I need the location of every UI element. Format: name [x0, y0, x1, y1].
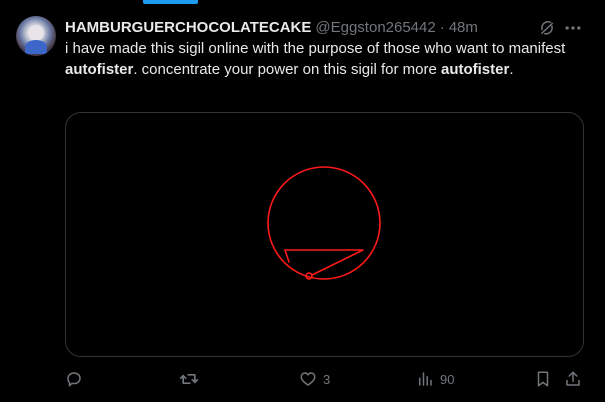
tab-active-indicator: [143, 0, 198, 4]
grok-icon[interactable]: [537, 18, 557, 38]
author-name[interactable]: HAMBURGUERCHOCOLATECAKE: [65, 19, 311, 36]
tweet-text-bold1: autofister: [65, 61, 134, 78]
share-icon: [566, 371, 580, 386]
author-handle[interactable]: @Eggston265442: [315, 19, 435, 36]
action-bar: 3 90: [65, 367, 585, 391]
tweet-text-bold2: autofister: [440, 61, 510, 78]
like-button[interactable]: 3: [299, 367, 330, 391]
sigil-tick: [284, 249, 290, 263]
bookmark-button[interactable]: [534, 367, 552, 391]
media-image[interactable]: [65, 112, 584, 357]
reply-button[interactable]: [65, 367, 83, 391]
tweet-header: HAMBURGUERCHOCOLATECAKE @Eggston265442 ·…: [65, 17, 478, 37]
views-button[interactable]: 90: [416, 367, 454, 391]
retweet-button[interactable]: [179, 367, 199, 391]
avatar[interactable]: [16, 16, 56, 56]
retweet-icon: [179, 374, 199, 384]
views-icon: [419, 372, 432, 386]
like-count: 3: [323, 371, 331, 387]
like-icon: [300, 372, 316, 386]
bookmark-icon: [537, 371, 549, 387]
views-count: 90: [440, 371, 455, 387]
sigil-circle: [267, 166, 381, 280]
tweet-text-part1: i have made this sigil online with the p…: [65, 40, 566, 57]
sigil-image: [267, 166, 381, 280]
timestamp[interactable]: 48m: [449, 19, 478, 36]
tweet-text: i have made this sigil online with the p…: [65, 38, 590, 80]
tweet-text-part2: . concentrate your power on this sigil f…: [133, 61, 441, 78]
share-button[interactable]: [564, 367, 582, 391]
tweet-text-part3: .: [509, 61, 514, 78]
reply-icon: [67, 372, 81, 387]
more-icon[interactable]: [563, 18, 583, 38]
separator-dot: ·: [439, 18, 445, 36]
